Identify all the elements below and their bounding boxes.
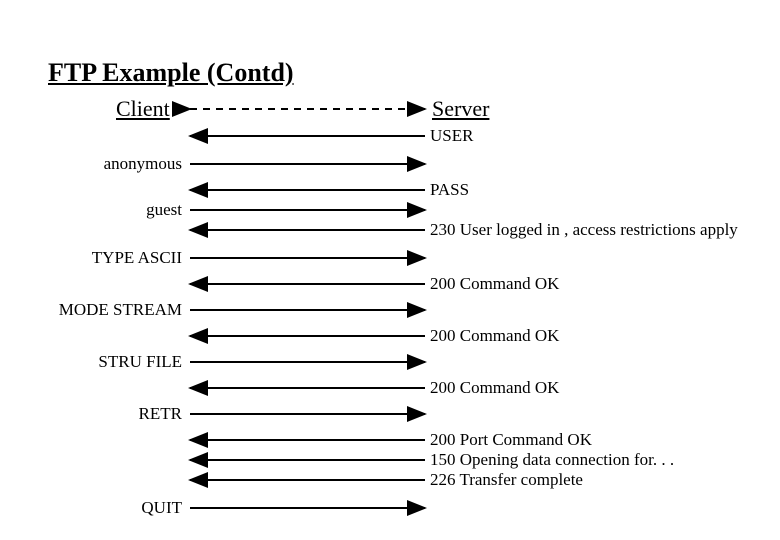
msg-stru-file: STRU FILE [98, 352, 182, 372]
msg-200-2: 200 Command OK [430, 326, 559, 346]
msg-quit: QUIT [141, 498, 182, 518]
msg-mode-stream: MODE STREAM [59, 300, 182, 320]
msg-200-3: 200 Command OK [430, 378, 559, 398]
msg-200-1: 200 Command OK [430, 274, 559, 294]
msg-230: 230 User logged in , access restrictions… [430, 220, 738, 240]
server-header: Server [432, 96, 489, 122]
slide-title: FTP Example (Contd) [48, 58, 294, 88]
msg-pass: PASS [430, 180, 469, 200]
client-header: Client [116, 96, 170, 122]
msg-anonymous: anonymous [104, 154, 182, 174]
msg-transfer: 226 Transfer complete [430, 470, 583, 490]
msg-guest: guest [146, 200, 182, 220]
msg-retr: RETR [139, 404, 182, 424]
msg-user: USER [430, 126, 473, 146]
msg-opening: 150 Opening data connection for. . . [430, 450, 674, 470]
slide: FTP Example (Contd) Client Server [0, 0, 780, 540]
msg-type-ascii: TYPE ASCII [92, 248, 182, 268]
msg-port-ok: 200 Port Command OK [430, 430, 592, 450]
